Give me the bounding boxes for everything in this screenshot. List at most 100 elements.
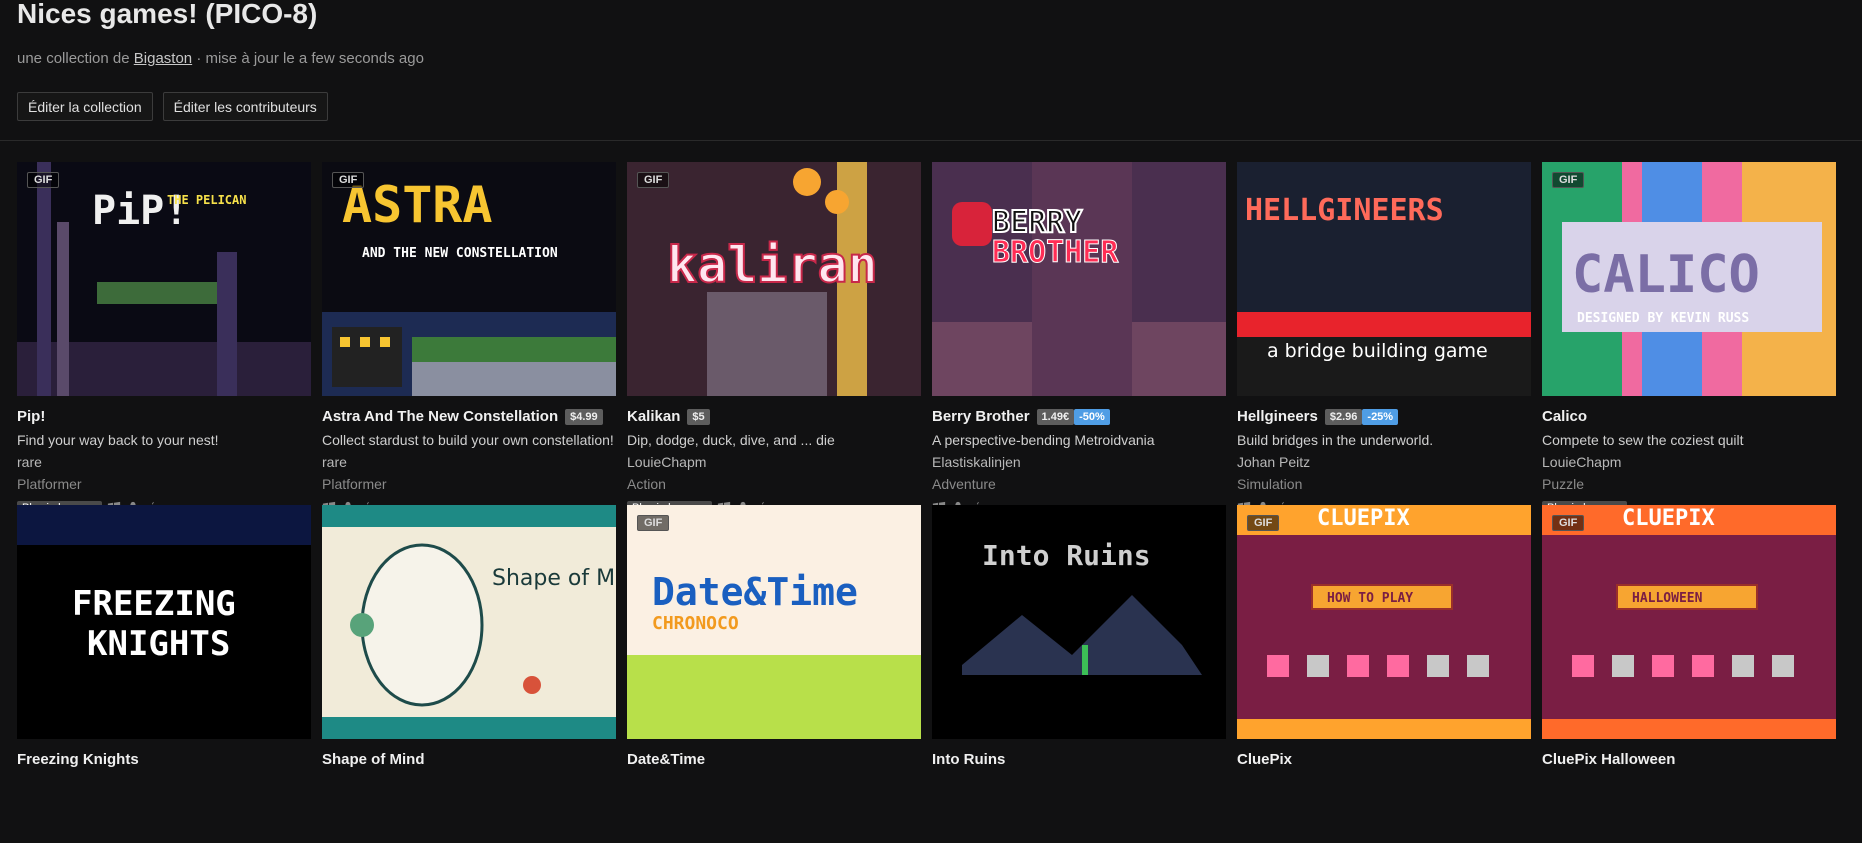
game-description: Build bridges in the underworld.	[1237, 432, 1434, 448]
game-author[interactable]: LouieChapm	[627, 451, 921, 473]
game-title[interactable]: Berry Brother	[932, 408, 1030, 425]
game-card[interactable]: CALICO DESIGNED BY KEVIN RUSS GIF Calico Com…	[1542, 162, 1836, 541]
game-genre: Simulation	[1237, 476, 1303, 492]
cover-art: FREEZINGKNIGHTS	[17, 505, 311, 664]
game-title-row: Hellgineers $2.96 -25%	[1237, 408, 1531, 425]
game-title-row: Pip!	[17, 408, 311, 425]
game-title[interactable]: Astra And The New Constellation	[322, 408, 558, 425]
game-card[interactable]: Shape of Mind Shape of Mind	[322, 505, 616, 768]
game-card[interactable]: FREEZING KNIGHTS Freezing Knights	[17, 505, 311, 768]
game-thumbnail[interactable]: ASTRA AND THE NEW CONSTELLATION GIF	[322, 162, 616, 396]
game-genre: Platformer	[322, 476, 387, 492]
game-genre: Adventure	[932, 476, 996, 492]
gif-badge: GIF	[637, 515, 670, 531]
game-card[interactable]: BERRY BROTHER Berry Brother 1.49€ -50% A pers…	[932, 162, 1226, 541]
game-title[interactable]: Calico	[1542, 408, 1587, 425]
game-card[interactable]: CLUEPIX HALLOWEEN GIF CluePix Halloween	[1542, 505, 1836, 768]
price-badge: $4.99	[565, 408, 603, 425]
game-card[interactable]: CLUEPIX HOW TO PLAY GIF CluePix	[1237, 505, 1531, 768]
game-title-row: Kalikan $5	[627, 408, 921, 425]
game-thumbnail[interactable]: HELLGINEERS a bridge building game	[1237, 162, 1531, 396]
cover-art: PiP!THE PELICAN	[17, 162, 311, 396]
game-card[interactable]: ASTRA AND THE NEW CONSTELLATION GIF Astra A…	[322, 162, 616, 541]
game-thumbnail[interactable]: CLUEPIX HOW TO PLAY GIF	[1237, 505, 1531, 739]
cover-art: Shape of Mind	[322, 505, 616, 739]
gif-badge: GIF	[332, 172, 365, 188]
game-title-row: CluePix Halloween	[1542, 751, 1836, 768]
svg-text:CLUEPIX: CLUEPIX	[1317, 506, 1410, 531]
game-author[interactable]: LouieChapm	[1542, 451, 1836, 473]
svg-text:KNIGHTS: KNIGHTS	[87, 624, 230, 664]
svg-text:a bridge building game: a bridge building game	[1267, 340, 1488, 362]
game-card[interactable]: PiP! THE PELICAN GIF Pip! Find your way back…	[17, 162, 311, 541]
game-author[interactable]: Johan Peitz	[1237, 451, 1531, 473]
collection-header: Nices games! (PICO-8) une collection de …	[0, 0, 1862, 141]
cover-art: CALICO DESIGNED BY KEVIN RUSS	[1542, 162, 1836, 396]
game-title-row: Freezing Knights	[17, 751, 311, 768]
svg-text:Date&Time: Date&Time	[652, 570, 858, 614]
cover-art: Date&TimeCHRONOCO	[627, 570, 921, 739]
owner-link[interactable]: Bigaston	[134, 50, 192, 67]
cover-art: ASTRA AND THE NEW CONSTELLATION	[322, 176, 616, 396]
game-thumbnail[interactable]: kaliran GIF	[627, 162, 921, 396]
game-title-row: Berry Brother 1.49€ -50%	[932, 408, 1226, 425]
game-title-row: Shape of Mind	[322, 751, 616, 768]
game-author[interactable]: rare	[322, 451, 616, 473]
game-title[interactable]: Hellgineers	[1237, 408, 1318, 425]
game-card[interactable]: HELLGINEERS a bridge building game Hellgin…	[1237, 162, 1531, 541]
game-thumbnail[interactable]: BERRY BROTHER	[932, 162, 1226, 396]
svg-text:ASTRA: ASTRA	[342, 176, 493, 234]
game-card[interactable]: Date&Time CHRONOCO GIF Date&Time	[627, 505, 921, 768]
price-badge: $2.96 -25%	[1324, 408, 1399, 425]
game-title[interactable]: Kalikan	[627, 408, 680, 425]
svg-text:BROTHER: BROTHER	[992, 235, 1119, 270]
page-title: Nices games! (PICO-8)	[17, 0, 318, 29]
collection-meta: une collection de Bigaston · mise à jour…	[17, 50, 424, 67]
edit-contributors-button[interactable]: Éditer les contributeurs	[162, 92, 328, 121]
game-thumbnail[interactable]: PiP! THE PELICAN GIF	[17, 162, 311, 396]
gif-badge: GIF	[1247, 515, 1280, 531]
price-badge: $5	[687, 408, 710, 425]
game-title[interactable]: CluePix Halloween	[1542, 751, 1675, 768]
game-title[interactable]: Date&Time	[627, 751, 705, 768]
game-thumbnail[interactable]: Date&Time CHRONOCO GIF	[627, 505, 921, 739]
game-card[interactable]: Into Ruins Into Ruins	[932, 505, 1226, 768]
game-title-row: CluePix	[1237, 751, 1531, 768]
svg-text:HELLGINEERS: HELLGINEERS	[1245, 193, 1444, 228]
game-description: Find your way back to your nest!	[17, 432, 219, 448]
game-thumbnail[interactable]: Shape of Mind	[322, 505, 616, 739]
game-description: Compete to sew the coziest quilt	[1542, 432, 1744, 448]
edit-collection-button[interactable]: Éditer la collection	[17, 92, 153, 121]
game-title-row: Date&Time	[627, 751, 921, 768]
cover-art: Into Ruins	[932, 505, 1226, 739]
cover-art: HELLGINEERS a bridge building game	[1237, 162, 1531, 396]
game-author[interactable]: rare	[17, 451, 311, 473]
game-title[interactable]: Pip!	[17, 408, 45, 425]
game-title[interactable]: Freezing Knights	[17, 751, 139, 768]
svg-text:CLUEPIX: CLUEPIX	[1622, 506, 1715, 531]
game-thumbnail[interactable]: Into Ruins	[932, 505, 1226, 739]
game-title[interactable]: CluePix	[1237, 751, 1292, 768]
discount-badge: -50%	[1074, 408, 1110, 425]
game-description: Dip, dodge, duck, dive, and ... die	[627, 432, 835, 448]
game-title-row: Calico	[1542, 408, 1836, 425]
gif-badge: GIF	[1552, 515, 1585, 531]
game-title[interactable]: Into Ruins	[932, 751, 1005, 768]
game-thumbnail[interactable]: FREEZING KNIGHTS	[17, 505, 311, 739]
gif-badge: GIF	[637, 172, 670, 188]
svg-text:THE PELICAN: THE PELICAN	[167, 193, 246, 207]
game-title-row: Into Ruins	[932, 751, 1226, 768]
svg-text:Shape of Mind: Shape of Mind	[492, 566, 616, 591]
game-title[interactable]: Shape of Mind	[322, 751, 425, 768]
cover-art: CLUEPIX HALLOWEEN	[1542, 505, 1836, 739]
game-genre: Action	[627, 476, 666, 492]
game-description: Collect stardust to build your own const…	[322, 432, 614, 448]
game-thumbnail[interactable]: CALICO DESIGNED BY KEVIN RUSS GIF	[1542, 162, 1836, 396]
svg-text:CHRONOCO: CHRONOCO	[652, 613, 739, 634]
discount-badge: -25%	[1362, 408, 1399, 425]
game-card[interactable]: kaliran GIF Kalikan $5 Dip, dodge, duck, div…	[627, 162, 921, 541]
game-author[interactable]: Elastiskalinjen	[932, 451, 1226, 473]
svg-text:Into Ruins: Into Ruins	[982, 539, 1151, 572]
game-thumbnail[interactable]: CLUEPIX HALLOWEEN GIF	[1542, 505, 1836, 739]
svg-text:kaliran: kaliran	[667, 236, 878, 294]
